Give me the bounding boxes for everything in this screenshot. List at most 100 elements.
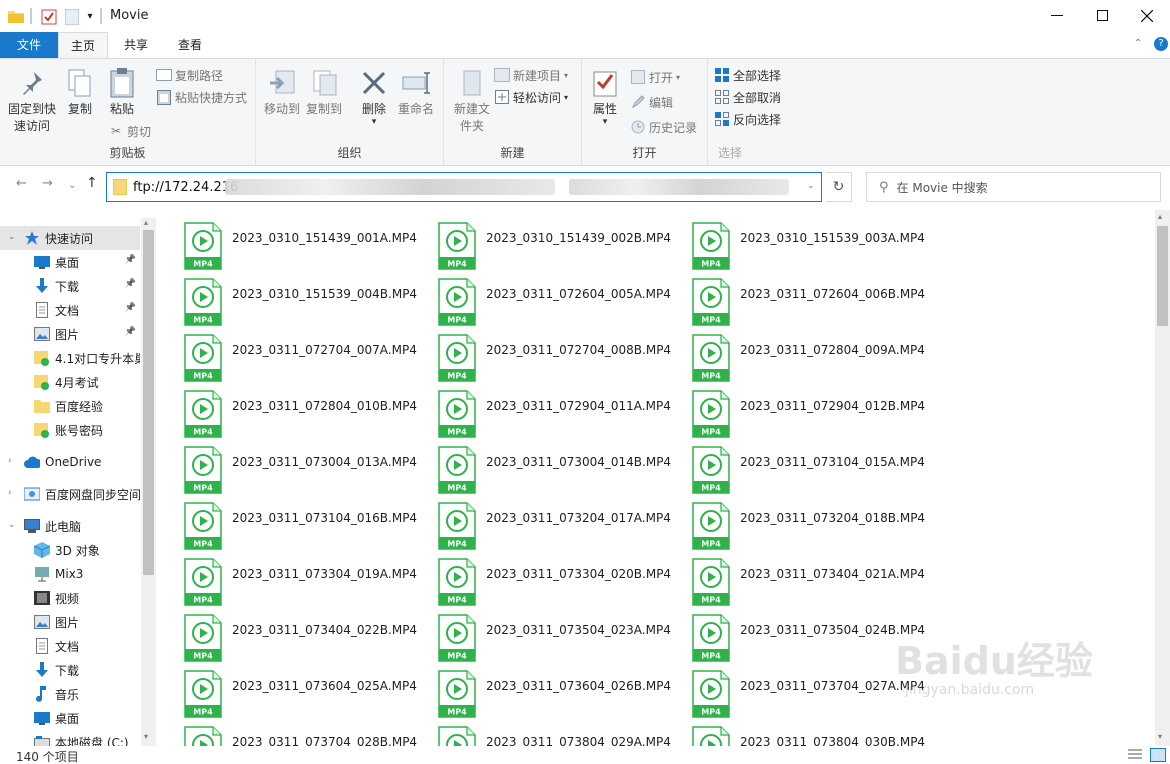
file-item[interactable]: MP4 2023_0311_073504_023A.MP4 — [414, 608, 671, 664]
close-button[interactable] — [1124, 0, 1170, 32]
file-item[interactable]: MP4 2023_0311_073304_020B.MP4 — [414, 552, 671, 608]
rename-button[interactable]: 重命名 — [394, 67, 438, 118]
file-item[interactable]: MP4 2023_0311_072904_011A.MP4 — [414, 384, 671, 440]
sidebar-item[interactable]: 音乐 — [0, 682, 140, 706]
file-item[interactable]: MP4 2023_0311_072904_012B.MP4 — [668, 384, 925, 440]
scroll-down-icon[interactable]: ▾ — [1158, 732, 1162, 741]
up-button[interactable]: ↑ — [86, 175, 98, 191]
tab-share[interactable]: 共享 — [110, 32, 162, 58]
sidebar-item[interactable]: 百度网盘同步空间 — [0, 482, 140, 506]
file-item[interactable]: MP4 2023_0311_072804_009A.MP4 — [668, 328, 925, 384]
sidebar-item[interactable]: 下载 — [0, 658, 140, 682]
sidebar-item[interactable]: 图片 📌 — [0, 322, 140, 346]
recent-locations-icon[interactable]: ⌄ — [68, 180, 76, 191]
copy-button[interactable]: 复制 — [62, 67, 98, 118]
paste-button[interactable]: 粘贴 — [102, 67, 142, 118]
sidebar-item[interactable]: OneDrive — [0, 450, 140, 474]
properties-button[interactable]: 属性 ▾ — [588, 67, 622, 127]
file-item[interactable]: MP4 2023_0311_072604_005A.MP4 — [414, 272, 671, 328]
sidebar-item[interactable]: 百度经验 — [0, 394, 140, 418]
properties-dropdown-icon[interactable]: ▾ — [588, 118, 622, 127]
expand-chevron-icon[interactable]: › — [8, 488, 12, 498]
file-item[interactable]: MP4 2023_0311_073204_017A.MP4 — [414, 496, 671, 552]
sidebar-item[interactable]: 4.1对口专升本巢 — [0, 346, 140, 370]
address-input[interactable]: ftp://172.24.216 ⌄ — [106, 172, 822, 202]
address-dropdown-icon[interactable]: ⌄ — [807, 181, 815, 191]
main-scrollbar[interactable]: ▴ ▾ — [1155, 210, 1170, 746]
new-item-button[interactable]: 新建项目 ▾ — [494, 65, 568, 85]
scroll-up-icon[interactable]: ▴ — [1158, 212, 1162, 221]
search-input[interactable]: ⚲ 在 Movie 中搜索 — [866, 172, 1161, 202]
cut-button[interactable]: ✂ 剪切 — [108, 121, 151, 141]
sidebar-item[interactable]: 文档 📌 — [0, 298, 140, 322]
file-item[interactable]: MP4 2023_0311_073104_016B.MP4 — [160, 496, 417, 552]
scroll-down-icon[interactable]: ▾ — [144, 732, 148, 741]
sidebar-item[interactable]: 快速访问 — [0, 226, 140, 250]
expand-chevron-icon[interactable]: ⌄ — [8, 232, 16, 242]
file-item[interactable]: MP4 2023_0311_073704_027A.MP4 — [668, 664, 925, 720]
history-button[interactable]: 历史记录 — [630, 117, 697, 137]
file-item[interactable]: MP4 2023_0311_072704_007A.MP4 — [160, 328, 417, 384]
invert-selection-button[interactable]: 反向选择 — [714, 109, 781, 129]
sidebar-item[interactable]: 4月考试 — [0, 370, 140, 394]
file-item[interactable]: MP4 2023_0311_073804_029A.MP4 — [414, 720, 671, 746]
file-item[interactable]: MP4 2023_0311_073104_015A.MP4 — [668, 440, 925, 496]
file-item[interactable]: MP4 2023_0311_073204_018B.MP4 — [668, 496, 925, 552]
sidebar-item[interactable]: 桌面 — [0, 706, 140, 730]
file-item[interactable]: MP4 2023_0311_073004_013A.MP4 — [160, 440, 417, 496]
copy-path-button[interactable]: 复制路径 — [156, 65, 223, 85]
help-icon[interactable]: ? — [1154, 37, 1168, 51]
maximize-button[interactable] — [1080, 0, 1126, 32]
delete-button[interactable]: 删除 ▾ — [354, 67, 394, 127]
main-scroll-thumb[interactable] — [1157, 226, 1168, 326]
sidebar-item[interactable]: 本地磁盘 (C:) — [0, 730, 140, 746]
select-none-button[interactable]: 全部取消 — [714, 87, 781, 107]
file-item[interactable]: MP4 2023_0311_073004_014B.MP4 — [414, 440, 671, 496]
details-view-icon[interactable] — [1128, 749, 1142, 764]
delete-dropdown-icon[interactable]: ▾ — [354, 118, 394, 127]
large-icons-view-icon[interactable] — [1150, 748, 1166, 762]
back-button[interactable]: ← — [16, 176, 27, 191]
file-item[interactable]: MP4 2023_0311_073704_028B.MP4 — [160, 720, 417, 746]
file-item[interactable]: MP4 2023_0311_073304_019A.MP4 — [160, 552, 417, 608]
file-item[interactable]: MP4 2023_0311_073404_022B.MP4 — [160, 608, 417, 664]
file-item[interactable]: MP4 2023_0310_151539_003A.MP4 — [668, 216, 925, 272]
file-item[interactable]: MP4 2023_0311_072604_006B.MP4 — [668, 272, 925, 328]
file-item[interactable]: MP4 2023_0311_072704_008B.MP4 — [414, 328, 671, 384]
new-folder-quick-icon[interactable] — [64, 8, 80, 26]
customize-quick-access-icon[interactable]: ▾ — [84, 8, 96, 24]
file-item[interactable]: MP4 2023_0311_073604_025A.MP4 — [160, 664, 417, 720]
sidebar-item[interactable]: 此电脑 — [0, 514, 140, 538]
file-item[interactable]: MP4 2023_0310_151439_002B.MP4 — [414, 216, 671, 272]
scroll-up-icon[interactable]: ▴ — [144, 218, 148, 227]
properties-quick-icon[interactable] — [40, 8, 58, 26]
sidebar-item[interactable]: Mix3 — [0, 562, 140, 586]
sidebar-item[interactable]: 桌面 📌 — [0, 250, 140, 274]
edit-button[interactable]: 编辑 — [630, 92, 673, 112]
collapse-ribbon-icon[interactable]: ⌃ — [1134, 38, 1142, 49]
easy-access-button[interactable]: 轻松访问 ▾ — [494, 87, 568, 107]
sidebar-scroll-thumb[interactable] — [143, 230, 154, 575]
new-folder-button[interactable]: 新建文件夹 — [448, 67, 496, 135]
sidebar-item[interactable]: 下载 📌 — [0, 274, 140, 298]
open-button[interactable]: 打开 ▾ — [630, 67, 680, 87]
file-item[interactable]: MP4 2023_0311_073604_026B.MP4 — [414, 664, 671, 720]
select-all-button[interactable]: 全部选择 — [714, 65, 781, 85]
file-item[interactable]: MP4 2023_0310_151539_004B.MP4 — [160, 272, 417, 328]
tab-view[interactable]: 查看 — [164, 32, 216, 58]
file-item[interactable]: MP4 2023_0311_073504_024B.MP4 — [668, 608, 925, 664]
file-item[interactable]: MP4 2023_0311_073804_030B.MP4 — [668, 720, 925, 746]
sidebar-item[interactable]: 账号密码 — [0, 418, 140, 442]
file-item[interactable]: MP4 2023_0311_072804_010B.MP4 — [160, 384, 417, 440]
file-item[interactable]: MP4 2023_0311_073404_021A.MP4 — [668, 552, 925, 608]
paste-shortcut-button[interactable]: 粘贴快捷方式 — [156, 87, 247, 107]
pin-quick-access-button[interactable]: 固定到快速访问 — [4, 67, 60, 135]
sidebar-item[interactable]: 3D 对象 — [0, 538, 140, 562]
copy-to-button[interactable]: 复制到 — [304, 67, 344, 118]
sidebar-item[interactable]: 图片 — [0, 610, 140, 634]
move-to-button[interactable]: 移动到 — [262, 67, 302, 118]
file-item[interactable]: MP4 2023_0310_151439_001A.MP4 — [160, 216, 417, 272]
forward-button[interactable]: → — [42, 176, 53, 191]
tab-home[interactable]: 主页 — [58, 32, 108, 59]
expand-chevron-icon[interactable]: ⌄ — [8, 520, 16, 530]
